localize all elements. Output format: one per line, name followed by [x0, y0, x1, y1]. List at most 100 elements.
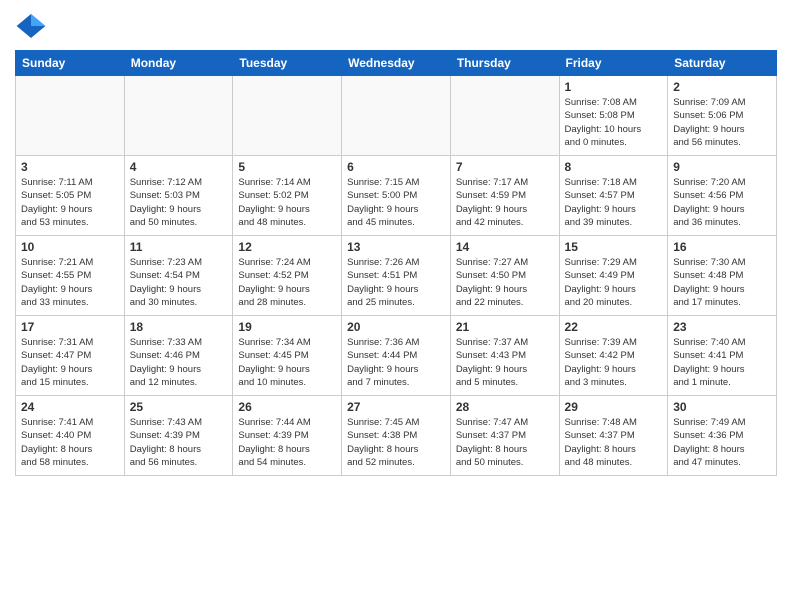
day-number: 8	[565, 160, 663, 174]
day-info: Sunrise: 7:30 AMSunset: 4:48 PMDaylight:…	[673, 256, 771, 309]
calendar-cell	[233, 76, 342, 156]
day-info: Sunrise: 7:31 AMSunset: 4:47 PMDaylight:…	[21, 336, 119, 389]
day-number: 21	[456, 320, 554, 334]
day-info: Sunrise: 7:27 AMSunset: 4:50 PMDaylight:…	[456, 256, 554, 309]
day-number: 22	[565, 320, 663, 334]
day-info: Sunrise: 7:45 AMSunset: 4:38 PMDaylight:…	[347, 416, 445, 469]
calendar-cell	[124, 76, 233, 156]
day-info: Sunrise: 7:14 AMSunset: 5:02 PMDaylight:…	[238, 176, 336, 229]
calendar-cell: 3 Sunrise: 7:11 AMSunset: 5:05 PMDaylight…	[16, 156, 125, 236]
day-info: Sunrise: 7:26 AMSunset: 4:51 PMDaylight:…	[347, 256, 445, 309]
calendar-cell: 25 Sunrise: 7:43 AMSunset: 4:39 PMDayligh…	[124, 396, 233, 476]
calendar-cell: 18 Sunrise: 7:33 AMSunset: 4:46 PMDayligh…	[124, 316, 233, 396]
day-number: 13	[347, 240, 445, 254]
calendar-week-2: 10Sunrise: 7:21 AMSunset: 4:55 PMDayligh…	[16, 236, 777, 316]
day-number: 17	[21, 320, 119, 334]
calendar-cell: 30Sunrise: 7:49 AMSunset: 4:36 PMDayligh…	[668, 396, 777, 476]
day-number: 1	[565, 80, 663, 94]
calendar-cell	[342, 76, 451, 156]
day-info: Sunrise: 7:08 AMSunset: 5:08 PMDaylight:…	[565, 96, 663, 149]
day-number: 19	[238, 320, 336, 334]
day-number: 5	[238, 160, 336, 174]
day-number: 18	[130, 320, 228, 334]
day-number: 12	[238, 240, 336, 254]
calendar-cell: 7 Sunrise: 7:17 AMSunset: 4:59 PMDaylight…	[450, 156, 559, 236]
logo	[15, 10, 51, 42]
day-info: Sunrise: 7:29 AMSunset: 4:49 PMDaylight:…	[565, 256, 663, 309]
calendar-cell: 19 Sunrise: 7:34 AMSunset: 4:45 PMDayligh…	[233, 316, 342, 396]
day-info: Sunrise: 7:34 AMSunset: 4:45 PMDaylight:…	[238, 336, 336, 389]
calendar-cell: 28 Sunrise: 7:47 AMSunset: 4:37 PMDayligh…	[450, 396, 559, 476]
day-info: Sunrise: 7:39 AMSunset: 4:42 PMDaylight:…	[565, 336, 663, 389]
day-number: 25	[130, 400, 228, 414]
weekday-header-tuesday: Tuesday	[233, 51, 342, 76]
day-info: Sunrise: 7:40 AMSunset: 4:41 PMDaylight:…	[673, 336, 771, 389]
day-number: 15	[565, 240, 663, 254]
day-info: Sunrise: 7:33 AMSunset: 4:46 PMDaylight:…	[130, 336, 228, 389]
day-number: 28	[456, 400, 554, 414]
day-info: Sunrise: 7:44 AMSunset: 4:39 PMDaylight:…	[238, 416, 336, 469]
day-info: Sunrise: 7:36 AMSunset: 4:44 PMDaylight:…	[347, 336, 445, 389]
calendar-table: SundayMondayTuesdayWednesdayThursdayFrid…	[15, 50, 777, 476]
page: SundayMondayTuesdayWednesdayThursdayFrid…	[0, 0, 792, 491]
calendar-cell: 14 Sunrise: 7:27 AMSunset: 4:50 PMDayligh…	[450, 236, 559, 316]
day-info: Sunrise: 7:43 AMSunset: 4:39 PMDaylight:…	[130, 416, 228, 469]
weekday-header-row: SundayMondayTuesdayWednesdayThursdayFrid…	[16, 51, 777, 76]
weekday-header-monday: Monday	[124, 51, 233, 76]
calendar-cell: 12 Sunrise: 7:24 AMSunset: 4:52 PMDayligh…	[233, 236, 342, 316]
calendar-cell: 2 Sunrise: 7:09 AMSunset: 5:06 PMDaylight…	[668, 76, 777, 156]
day-info: Sunrise: 7:37 AMSunset: 4:43 PMDaylight:…	[456, 336, 554, 389]
calendar-week-0: 1 Sunrise: 7:08 AMSunset: 5:08 PMDaylight…	[16, 76, 777, 156]
header	[15, 10, 777, 42]
day-info: Sunrise: 7:24 AMSunset: 4:52 PMDaylight:…	[238, 256, 336, 309]
calendar-cell	[450, 76, 559, 156]
day-number: 27	[347, 400, 445, 414]
calendar-cell: 5 Sunrise: 7:14 AMSunset: 5:02 PMDaylight…	[233, 156, 342, 236]
day-number: 14	[456, 240, 554, 254]
day-info: Sunrise: 7:11 AMSunset: 5:05 PMDaylight:…	[21, 176, 119, 229]
weekday-header-friday: Friday	[559, 51, 668, 76]
weekday-header-wednesday: Wednesday	[342, 51, 451, 76]
calendar-cell: 27 Sunrise: 7:45 AMSunset: 4:38 PMDayligh…	[342, 396, 451, 476]
calendar-cell: 11Sunrise: 7:23 AMSunset: 4:54 PMDayligh…	[124, 236, 233, 316]
day-number: 3	[21, 160, 119, 174]
day-number: 7	[456, 160, 554, 174]
weekday-header-thursday: Thursday	[450, 51, 559, 76]
day-info: Sunrise: 7:48 AMSunset: 4:37 PMDaylight:…	[565, 416, 663, 469]
day-number: 24	[21, 400, 119, 414]
calendar-cell: 4Sunrise: 7:12 AMSunset: 5:03 PMDaylight…	[124, 156, 233, 236]
day-info: Sunrise: 7:41 AMSunset: 4:40 PMDaylight:…	[21, 416, 119, 469]
calendar-cell: 6 Sunrise: 7:15 AMSunset: 5:00 PMDaylight…	[342, 156, 451, 236]
calendar-cell: 8 Sunrise: 7:18 AMSunset: 4:57 PMDaylight…	[559, 156, 668, 236]
day-number: 6	[347, 160, 445, 174]
calendar-cell: 15 Sunrise: 7:29 AMSunset: 4:49 PMDayligh…	[559, 236, 668, 316]
calendar-header: SundayMondayTuesdayWednesdayThursdayFrid…	[16, 51, 777, 76]
weekday-header-saturday: Saturday	[668, 51, 777, 76]
day-number: 9	[673, 160, 771, 174]
day-info: Sunrise: 7:49 AMSunset: 4:36 PMDaylight:…	[673, 416, 771, 469]
calendar-cell: 1 Sunrise: 7:08 AMSunset: 5:08 PMDaylight…	[559, 76, 668, 156]
day-number: 29	[565, 400, 663, 414]
day-info: Sunrise: 7:47 AMSunset: 4:37 PMDaylight:…	[456, 416, 554, 469]
calendar-body: 1 Sunrise: 7:08 AMSunset: 5:08 PMDaylight…	[16, 76, 777, 476]
calendar-cell: 13 Sunrise: 7:26 AMSunset: 4:51 PMDayligh…	[342, 236, 451, 316]
day-info: Sunrise: 7:15 AMSunset: 5:00 PMDaylight:…	[347, 176, 445, 229]
calendar-week-1: 3 Sunrise: 7:11 AMSunset: 5:05 PMDaylight…	[16, 156, 777, 236]
day-info: Sunrise: 7:18 AMSunset: 4:57 PMDaylight:…	[565, 176, 663, 229]
logo-icon	[15, 10, 47, 42]
day-info: Sunrise: 7:12 AMSunset: 5:03 PMDaylight:…	[130, 176, 228, 229]
calendar-cell: 10Sunrise: 7:21 AMSunset: 4:55 PMDayligh…	[16, 236, 125, 316]
day-number: 2	[673, 80, 771, 94]
calendar-week-4: 24 Sunrise: 7:41 AMSunset: 4:40 PMDayligh…	[16, 396, 777, 476]
day-number: 10	[21, 240, 119, 254]
calendar-cell: 26 Sunrise: 7:44 AMSunset: 4:39 PMDayligh…	[233, 396, 342, 476]
day-number: 11	[130, 240, 228, 254]
day-number: 26	[238, 400, 336, 414]
calendar-cell	[16, 76, 125, 156]
calendar-cell: 24 Sunrise: 7:41 AMSunset: 4:40 PMDayligh…	[16, 396, 125, 476]
day-info: Sunrise: 7:17 AMSunset: 4:59 PMDaylight:…	[456, 176, 554, 229]
calendar-cell: 22 Sunrise: 7:39 AMSunset: 4:42 PMDayligh…	[559, 316, 668, 396]
calendar-cell: 17 Sunrise: 7:31 AMSunset: 4:47 PMDayligh…	[16, 316, 125, 396]
day-info: Sunrise: 7:09 AMSunset: 5:06 PMDaylight:…	[673, 96, 771, 149]
day-number: 20	[347, 320, 445, 334]
